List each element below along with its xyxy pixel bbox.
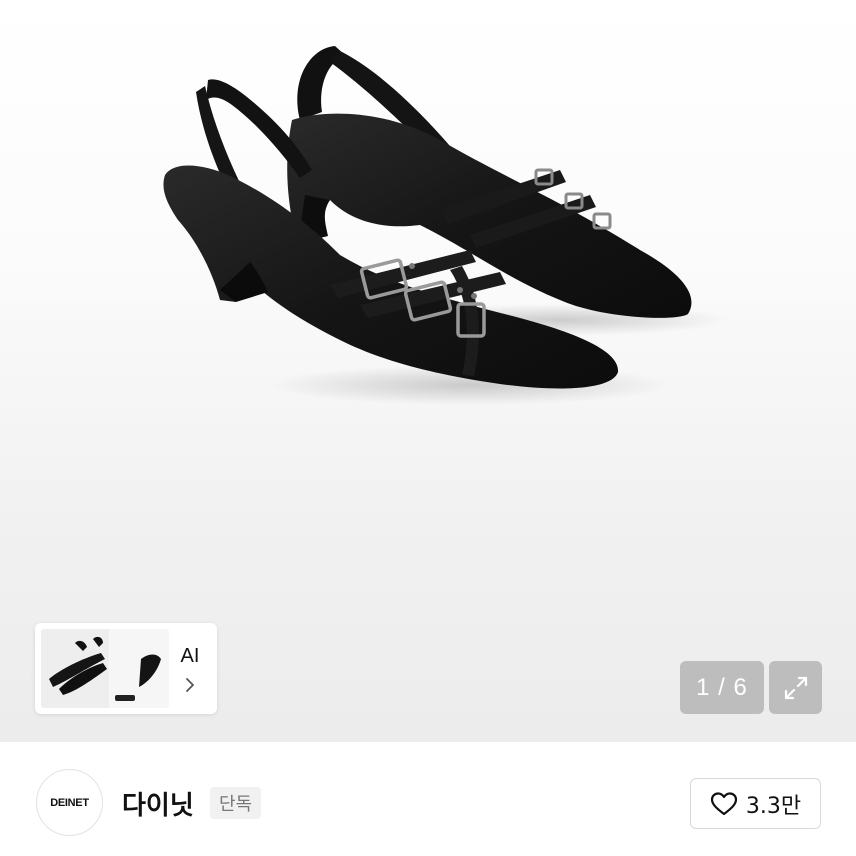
image-counter: 1 / 6 (680, 661, 764, 714)
chevron-right-icon (186, 678, 194, 692)
ai-thumbnail (41, 629, 169, 708)
expand-icon (784, 676, 807, 699)
exclusive-badge: 단독 (210, 787, 262, 819)
heart-icon (710, 791, 737, 815)
ai-label: AI (180, 645, 200, 667)
brand-like-button[interactable]: 3.3만 (690, 778, 821, 829)
ai-recommendation-card[interactable]: AI (35, 623, 217, 714)
product-gallery[interactable]: AI 1 / 6 (0, 0, 856, 742)
brand-logo[interactable]: DEINET (36, 769, 103, 836)
expand-button[interactable] (769, 661, 822, 714)
brand-name[interactable]: 다이닛 (122, 785, 194, 822)
like-count: 3.3만 (745, 793, 802, 819)
